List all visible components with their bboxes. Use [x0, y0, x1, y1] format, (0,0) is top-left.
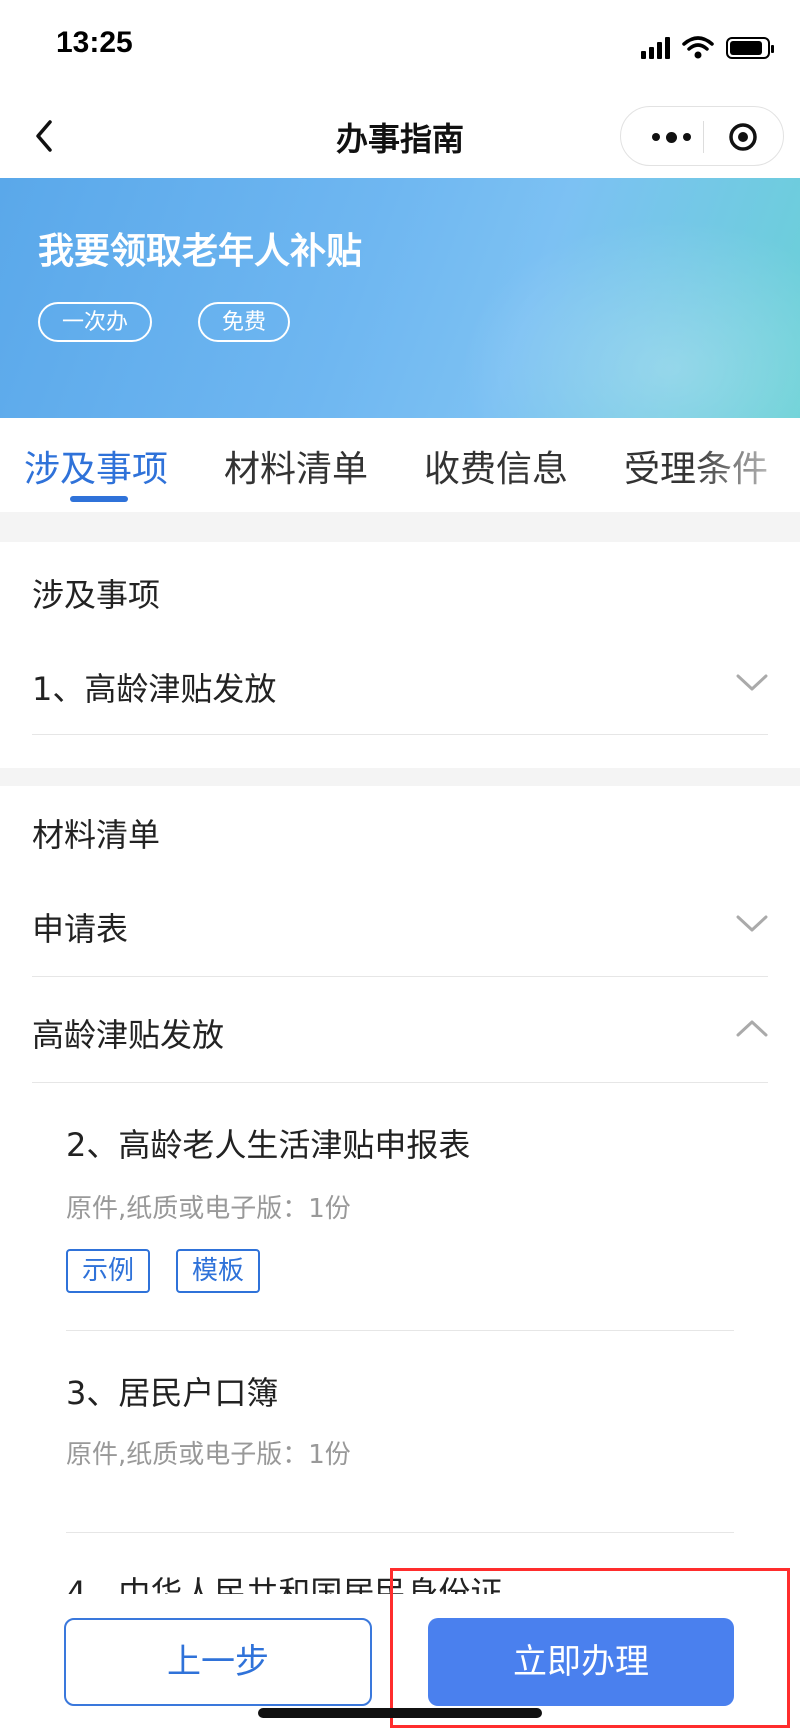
signal-icon [641, 37, 670, 59]
divider [66, 1532, 734, 1533]
miniprogram-capsule [620, 106, 784, 166]
material-item-title: 2、高龄老人生活津贴申报表 [66, 1126, 471, 1164]
chevron-down-icon[interactable] [734, 672, 770, 694]
template-button[interactable]: 模板 [176, 1249, 261, 1293]
chevron-down-icon[interactable] [734, 913, 770, 935]
tab-materials[interactable]: 材料清单 [224, 440, 368, 492]
material-item-title: 3、居民户口簿 [66, 1374, 279, 1412]
example-button[interactable]: 示例 [66, 1249, 151, 1293]
divider [32, 1082, 768, 1083]
previous-step-button[interactable]: 上一步 [64, 1618, 372, 1706]
tab-items[interactable]: 涉及事项 [24, 440, 168, 492]
material-item-desc: 原件,纸质或电子版：1份 [66, 1194, 351, 1224]
section-gap [0, 768, 800, 786]
status-icons [641, 34, 774, 62]
status-time: 13:25 [56, 26, 133, 59]
close-miniprogram-icon[interactable] [727, 121, 759, 153]
active-tab-indicator [70, 496, 128, 502]
home-indicator [258, 1708, 542, 1718]
material-item-desc: 原件,纸质或电子版：1份 [66, 1440, 351, 1470]
battery-icon [726, 37, 774, 59]
status-bar: 13:25 [0, 0, 800, 96]
group-row-label[interactable]: 高龄津贴发放 [32, 1010, 224, 1056]
section-title-items: 涉及事项 [32, 576, 161, 614]
banner: 我要领取老年人补贴 一次办 免费 [0, 178, 800, 418]
divider [32, 976, 768, 977]
nav-bar: 办事指南 [0, 96, 800, 178]
section-title-materials: 材料清单 [32, 816, 161, 854]
banner-title: 我要领取老年人补贴 [38, 231, 363, 272]
item-row-label[interactable]: 1、高龄津贴发放 [32, 664, 276, 710]
capsule-divider [703, 121, 704, 153]
section-gap [0, 512, 800, 542]
tab-bar: 涉及事项 材料清单 收费信息 受理条件 [0, 418, 800, 513]
group-row-label[interactable]: 申请表 [32, 904, 128, 950]
more-icon[interactable] [643, 125, 699, 149]
divider [66, 1330, 734, 1331]
divider [32, 734, 768, 735]
tab-fees[interactable]: 收费信息 [424, 440, 568, 492]
apply-now-button[interactable]: 立即办理 [428, 1618, 734, 1706]
tag-one-time: 一次办 [38, 302, 153, 342]
chevron-up-icon[interactable] [734, 1017, 770, 1039]
wifi-icon [682, 36, 714, 59]
tab-fade-overlay [690, 418, 800, 512]
tag-free: 免费 [198, 302, 291, 342]
